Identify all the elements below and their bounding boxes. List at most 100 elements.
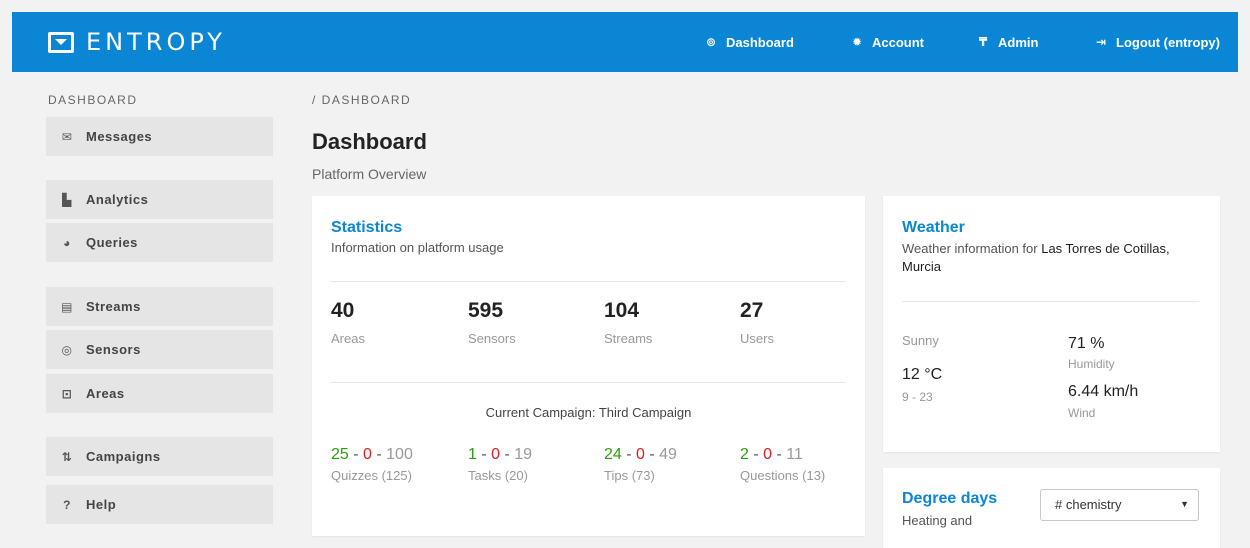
degree-days-select[interactable]: # chemistry ▼	[1040, 489, 1199, 521]
sidebar-title: DASHBOARD	[48, 93, 138, 107]
failed-count: 0	[491, 446, 501, 463]
dashboard-icon: ⊚	[705, 35, 717, 49]
bar-chart-icon: ▙	[62, 192, 72, 207]
page-subtitle: Platform Overview	[312, 166, 427, 182]
stat-sensors: 595 Sensors	[468, 299, 516, 346]
page-title: Dashboard	[312, 129, 427, 154]
sidebar-item-queries[interactable]: ◕ Queries	[46, 223, 273, 262]
sidebar-item-label: Campaigns	[86, 449, 161, 464]
sidebar-item-analytics[interactable]: ▙ Analytics	[46, 180, 273, 219]
nav-admin-label: Admin	[998, 34, 1039, 50]
campaign-stat-questions: 2 - 0 - 11 Questions (13)	[740, 446, 826, 483]
sidebar-item-streams[interactable]: ▤ Streams	[46, 287, 273, 326]
weather-temperature: 12 °C	[902, 366, 943, 383]
wind-value: 6.44 km/h	[1068, 383, 1139, 400]
humidity-label: Humidity	[1068, 357, 1115, 371]
logout-icon: ⇥	[1095, 35, 1107, 49]
stat-value: 595	[468, 299, 504, 322]
sidebar-item-label: Queries	[86, 235, 138, 250]
campaign-stat-tips: 24 - 0 - 49 Tips (73)	[604, 446, 677, 483]
sidebar-item-label: Areas	[86, 386, 125, 401]
select-value: # chemistry	[1055, 497, 1122, 512]
divider	[331, 281, 846, 282]
humidity-value: 71 %	[1068, 335, 1105, 352]
done-count: 1	[468, 446, 477, 463]
sidebar-item-campaigns[interactable]: ⇅ Campaigns	[46, 437, 273, 476]
divider	[331, 382, 846, 383]
sidebar-item-label: Analytics	[86, 192, 149, 207]
stat-streams: 104 Streams	[604, 299, 652, 346]
stat-label: Streams	[604, 331, 653, 346]
statistics-card: Statistics Information on platform usage…	[312, 196, 865, 536]
pending-count: 49	[659, 446, 677, 463]
stat-users: 27 Users	[740, 299, 774, 346]
nav-account-label: Account	[872, 34, 924, 50]
nav-dashboard[interactable]: ⊚ Dashboard	[704, 12, 794, 72]
sidebar-item-messages[interactable]: ✉ Messages	[46, 117, 273, 156]
nav-logout-label: Logout (entropy)	[1116, 34, 1220, 50]
done-count: 24	[604, 446, 622, 463]
failed-count: 0	[763, 446, 773, 463]
campaign-stat-label: Quizzes (125)	[331, 468, 412, 483]
degree-days-card: Degree days Heating and # chemistry ▼	[883, 468, 1220, 548]
weather-card: Weather Weather information for Las Torr…	[883, 196, 1220, 452]
done-count: 25	[331, 446, 349, 463]
sidebar-item-sensors[interactable]: ◎ Sensors	[46, 330, 273, 369]
sidebar-item-help[interactable]: ? Help	[46, 485, 273, 524]
campaign-stat-label: Questions (13)	[740, 468, 826, 483]
stat-label: Sensors	[468, 331, 516, 346]
degree-days-title: Degree days	[902, 490, 998, 507]
gear-icon: ✹	[851, 35, 863, 49]
stat-areas: 40 Areas	[331, 299, 365, 346]
nav-logout[interactable]: ⇥ Logout (entropy)	[1094, 12, 1220, 72]
sidebar-item-label: Messages	[86, 129, 153, 144]
messages-icon: ✉	[61, 129, 73, 144]
campaign-stat-tasks: 1 - 0 - 19 Tasks (20)	[468, 446, 533, 483]
weather-prefix: Weather information for	[902, 241, 1042, 256]
pin-icon: ₸	[978, 35, 988, 49]
divider	[902, 301, 1199, 302]
sidebar-item-areas[interactable]: ⊡ Areas	[46, 374, 273, 413]
degree-days-subtitle: Heating and	[902, 513, 973, 528]
sidebar-item-label: Help	[86, 497, 117, 512]
pie-chart-icon: ◕	[63, 235, 71, 250]
weather-description: Weather information for Las Torres de Co…	[902, 240, 1207, 276]
stat-value: 40	[331, 299, 355, 322]
pending-count: 100	[386, 446, 413, 463]
pending-count: 19	[514, 446, 533, 463]
failed-count: 0	[363, 446, 372, 463]
pending-count: 11	[786, 446, 803, 463]
nav-admin[interactable]: ₸ Admin	[976, 12, 1039, 72]
failed-count: 0	[636, 446, 645, 463]
brand[interactable]: ENTROPY	[48, 25, 226, 59]
wind-label: Wind	[1068, 406, 1096, 420]
breadcrumb: / DASHBOARD	[312, 93, 412, 107]
campaign-stat-label: Tips (73)	[604, 468, 655, 483]
nav-account[interactable]: ✹ Account	[850, 12, 924, 72]
stat-label: Users	[740, 331, 774, 346]
stat-label: Areas	[331, 331, 365, 346]
brand-logo-icon	[48, 31, 74, 53]
sidebar-item-label: Streams	[86, 299, 141, 314]
table-icon: ▤	[61, 299, 73, 314]
brand-name: ENTROPY	[86, 28, 226, 56]
sidebar-item-label: Sensors	[86, 342, 141, 357]
stat-value: 104	[604, 299, 640, 322]
question-icon: ?	[63, 497, 71, 512]
top-navbar: ENTROPY ⊚ Dashboard ✹ Account ₸ Admin ⇥ …	[12, 12, 1238, 72]
target-icon: ◎	[61, 342, 73, 357]
campaign-stat-label: Tasks (20)	[468, 468, 528, 483]
weather-condition: Sunny	[902, 333, 939, 348]
nav-dashboard-label: Dashboard	[726, 34, 794, 50]
current-campaign: Current Campaign: Third Campaign	[485, 405, 692, 420]
statistics-title: Statistics	[331, 219, 403, 236]
weather-range: 9 - 23	[902, 390, 933, 404]
campaign-stat-quizzes: 25 - 0 - 100 Quizzes (125)	[331, 446, 413, 483]
done-count: 2	[740, 446, 749, 463]
statistics-description: Information on platform usage	[331, 240, 504, 255]
map-icon: ⊡	[61, 386, 73, 401]
campaign-icon: ⇅	[61, 449, 73, 464]
stat-value: 27	[740, 299, 764, 322]
chevron-down-icon: ▼	[1180, 499, 1189, 509]
weather-title: Weather	[902, 219, 965, 236]
